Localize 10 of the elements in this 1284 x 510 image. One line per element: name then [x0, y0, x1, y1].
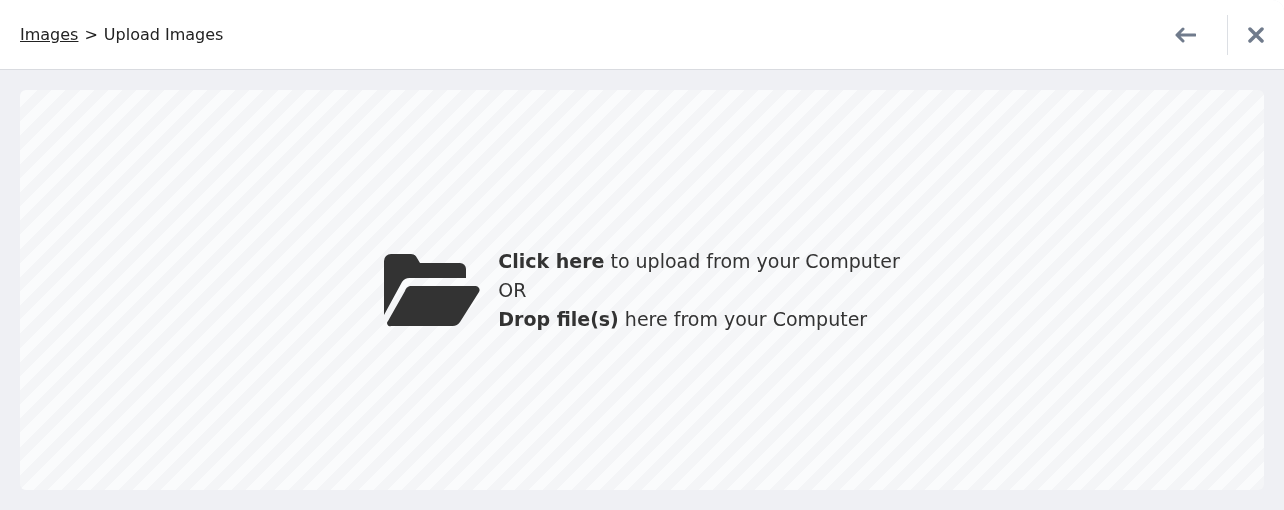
breadcrumb-link[interactable]: Images [20, 22, 79, 47]
dropzone[interactable]: Click here to upload from your Computer OR Drop file(s) here from your Computer [20, 90, 1264, 490]
breadcrumb-current: Upload Images [103, 23, 224, 46]
back-arrow-icon [1174, 26, 1196, 43]
dropzone-text: OR [498, 277, 528, 303]
dropzone-text: Click here to upload from your Computer [498, 248, 900, 274]
close-icon [1248, 26, 1264, 43]
breadcrumb-separator: > [84, 23, 98, 46]
open-folder-icon [384, 253, 481, 327]
dropzone-text: Drop file(s) here from your Computer [498, 306, 869, 332]
